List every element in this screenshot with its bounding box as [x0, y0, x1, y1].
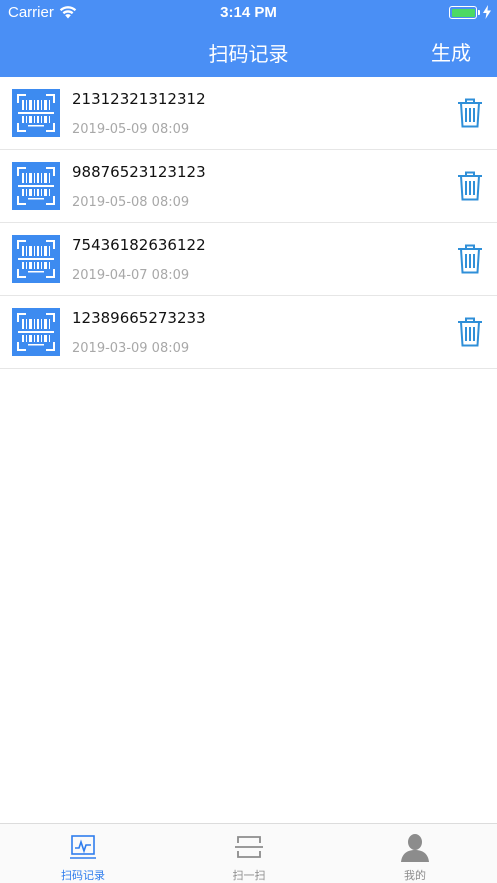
record-date: 2019-05-08 08:09 [72, 195, 190, 210]
generate-button[interactable]: 生成 [431, 37, 471, 66]
barcode-scan-icon [12, 308, 60, 356]
record-code: 75436182636122 [72, 236, 206, 254]
list-item[interactable]: 98876523123123 2019-05-08 08:09 [0, 150, 497, 223]
tab-bar: 扫码记录 扫一扫 我的 [0, 823, 497, 883]
status-time: 3:14 PM [220, 4, 277, 21]
chart-screen-icon [70, 835, 96, 859]
barcode-scan-icon [12, 235, 60, 283]
trash-icon[interactable] [457, 98, 483, 128]
battery-nub [478, 10, 480, 15]
trash-icon[interactable] [457, 317, 483, 347]
tab-scan-records[interactable]: 扫码记录 [0, 824, 166, 883]
person-icon [401, 834, 429, 862]
record-list: 21312321312312 2019-05-09 08:09 98876523… [0, 77, 497, 369]
record-code: 21312321312312 [72, 90, 206, 108]
status-bar: Carrier 3:14 PM [0, 0, 497, 24]
tab-label: 扫码记录 [61, 869, 105, 882]
tab-mine[interactable]: 我的 [332, 824, 497, 883]
list-item[interactable]: 75436182636122 2019-04-07 08:09 [0, 223, 497, 296]
trash-icon[interactable] [457, 244, 483, 274]
tab-scan[interactable]: 扫一扫 [166, 824, 332, 883]
page-title: 扫码记录 [208, 42, 289, 66]
battery-icon [449, 6, 477, 19]
trash-icon[interactable] [457, 171, 483, 201]
tab-label: 我的 [404, 869, 426, 882]
record-date: 2019-04-07 08:09 [72, 268, 190, 283]
list-item[interactable]: 12389665273233 2019-03-09 08:09 [0, 296, 497, 369]
tab-label: 扫一扫 [232, 869, 266, 882]
record-date: 2019-05-09 08:09 [72, 122, 190, 137]
record-date: 2019-03-09 08:09 [72, 341, 190, 356]
record-code: 12389665273233 [72, 309, 206, 327]
top-bar: Carrier 3:14 PM 扫码记录 生成 [0, 0, 497, 77]
scan-frame-icon [235, 836, 263, 858]
list-item[interactable]: 21312321312312 2019-05-09 08:09 [0, 77, 497, 150]
barcode-scan-icon [12, 162, 60, 210]
charging-bolt-icon [483, 5, 491, 19]
barcode-scan-icon [12, 89, 60, 137]
record-code: 98876523123123 [72, 163, 206, 181]
